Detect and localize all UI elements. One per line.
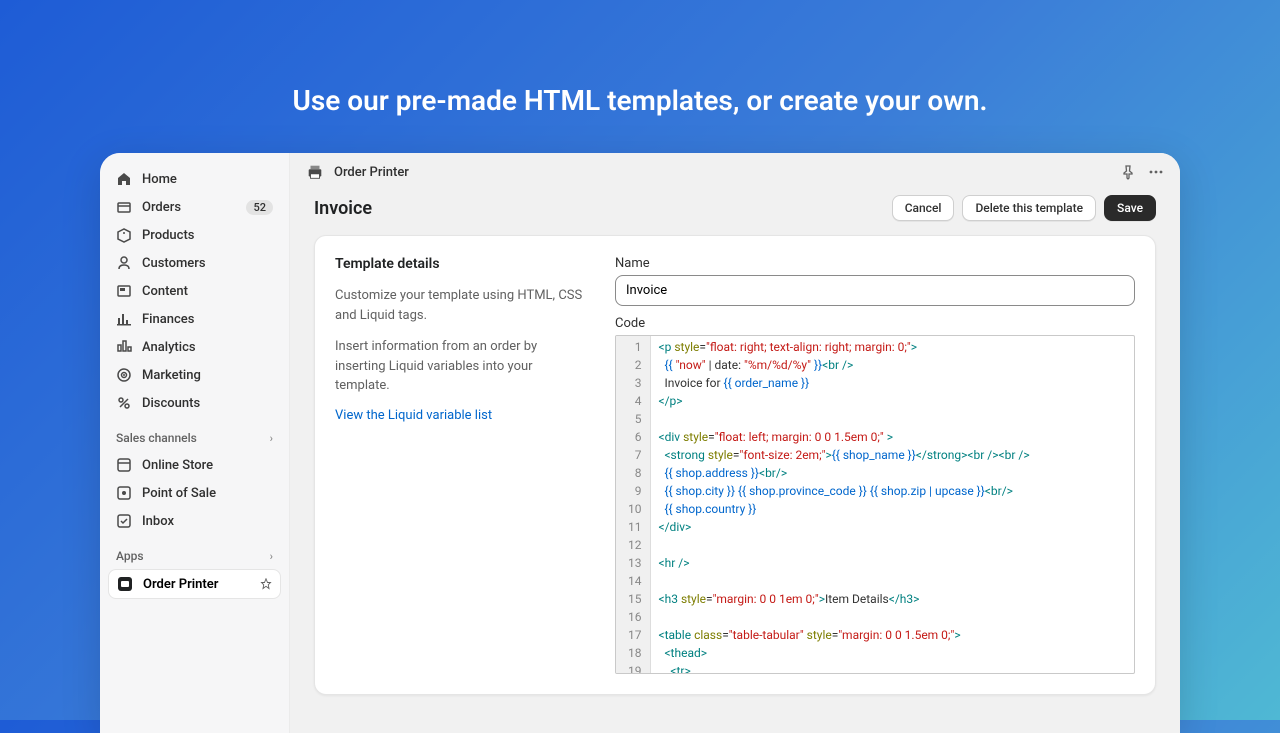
nav-label: Finances	[142, 312, 273, 327]
template-name-input[interactable]	[615, 275, 1135, 306]
name-label: Name	[615, 256, 1135, 271]
code-editor[interactable]: 1234567891011121314151617181920212223242…	[615, 335, 1135, 674]
details-desc-2: Insert information from an order by inse…	[335, 337, 585, 396]
code-area[interactable]: <p style="float: right; text-align: righ…	[651, 336, 1135, 673]
app-frame: Home Orders 52 Products Customers Content…	[100, 153, 1180, 733]
details-desc-1: Customize your template using HTML, CSS …	[335, 286, 585, 325]
nav-label: Online Store	[142, 458, 273, 473]
cancel-button[interactable]: Cancel	[892, 195, 955, 221]
orders-icon	[116, 199, 132, 215]
sidebar-item-analytics[interactable]: Analytics	[108, 333, 281, 361]
save-button[interactable]: Save	[1104, 195, 1156, 221]
sidebar-item-finances[interactable]: Finances	[108, 305, 281, 333]
sidebar-channel-point of sale[interactable]: Point of Sale	[108, 479, 281, 507]
discounts-icon	[116, 395, 132, 411]
products-icon	[116, 227, 132, 243]
sidebar-app-order-printer[interactable]: Order Printer	[108, 569, 281, 599]
nav-label: Discounts	[142, 396, 273, 411]
pos-icon	[116, 485, 132, 501]
sidebar-item-marketing[interactable]: Marketing	[108, 361, 281, 389]
finances-icon	[116, 311, 132, 327]
nav-label: Inbox	[142, 514, 273, 529]
content-icon	[116, 283, 132, 299]
sidebar-item-products[interactable]: Products	[108, 221, 281, 249]
page-header: Invoice Cancel Delete this template Save	[290, 191, 1180, 235]
editor-column: Name Code 123456789101112131415161718192…	[615, 256, 1135, 674]
customers-icon	[116, 255, 132, 271]
sidebar-item-content[interactable]: Content	[108, 277, 281, 305]
code-gutter: 1234567891011121314151617181920212223242…	[616, 336, 651, 673]
page-title: Invoice	[314, 198, 892, 219]
details-heading: Template details	[335, 256, 585, 272]
more-icon[interactable]	[1148, 164, 1164, 180]
sidebar-item-customers[interactable]: Customers	[108, 249, 281, 277]
home-icon	[116, 171, 132, 187]
code-label: Code	[615, 316, 1135, 331]
topbar: Order Printer	[290, 153, 1180, 191]
marketing-icon	[116, 367, 132, 383]
sales-channels-label: Sales channels	[116, 431, 197, 445]
analytics-icon	[116, 339, 132, 355]
topbar-title: Order Printer	[334, 165, 1110, 180]
template-card: Template details Customize your template…	[314, 235, 1156, 695]
store-icon	[116, 457, 132, 473]
sidebar: Home Orders 52 Products Customers Content…	[100, 153, 290, 733]
template-details: Template details Customize your template…	[335, 256, 585, 674]
nav-label: Marketing	[142, 368, 273, 383]
apps-header[interactable]: Apps ›	[108, 543, 281, 569]
nav-label: Home	[142, 172, 273, 187]
main-content: Order Printer Invoice Cancel Delete this…	[290, 153, 1180, 733]
liquid-variables-link[interactable]: View the Liquid variable list	[335, 408, 585, 423]
delete-template-button[interactable]: Delete this template	[962, 195, 1096, 221]
hero-heading: Use our pre-made HTML templates, or crea…	[0, 0, 1280, 153]
apps-label: Apps	[116, 549, 144, 563]
sidebar-app-label: Order Printer	[143, 577, 218, 592]
sales-channels-header[interactable]: Sales channels ›	[108, 425, 281, 451]
nav-label: Point of Sale	[142, 486, 273, 501]
inbox-icon	[116, 513, 132, 529]
sidebar-channel-inbox[interactable]: Inbox	[108, 507, 281, 535]
chevron-right-icon: ›	[270, 550, 273, 563]
nav-label: Analytics	[142, 340, 273, 355]
nav-label: Customers	[142, 256, 273, 271]
nav-label: Products	[142, 228, 273, 243]
chevron-right-icon: ›	[270, 432, 273, 445]
sidebar-item-discounts[interactable]: Discounts	[108, 389, 281, 417]
pin-icon[interactable]	[1120, 164, 1136, 180]
pin-icon[interactable]	[260, 578, 272, 590]
sidebar-channel-online store[interactable]: Online Store	[108, 451, 281, 479]
order-printer-icon	[117, 576, 133, 592]
sidebar-item-home[interactable]: Home	[108, 165, 281, 193]
printer-icon	[306, 163, 324, 181]
nav-badge: 52	[246, 200, 273, 215]
sidebar-item-orders[interactable]: Orders 52	[108, 193, 281, 221]
nav-label: Orders	[142, 200, 236, 215]
nav-label: Content	[142, 284, 273, 299]
